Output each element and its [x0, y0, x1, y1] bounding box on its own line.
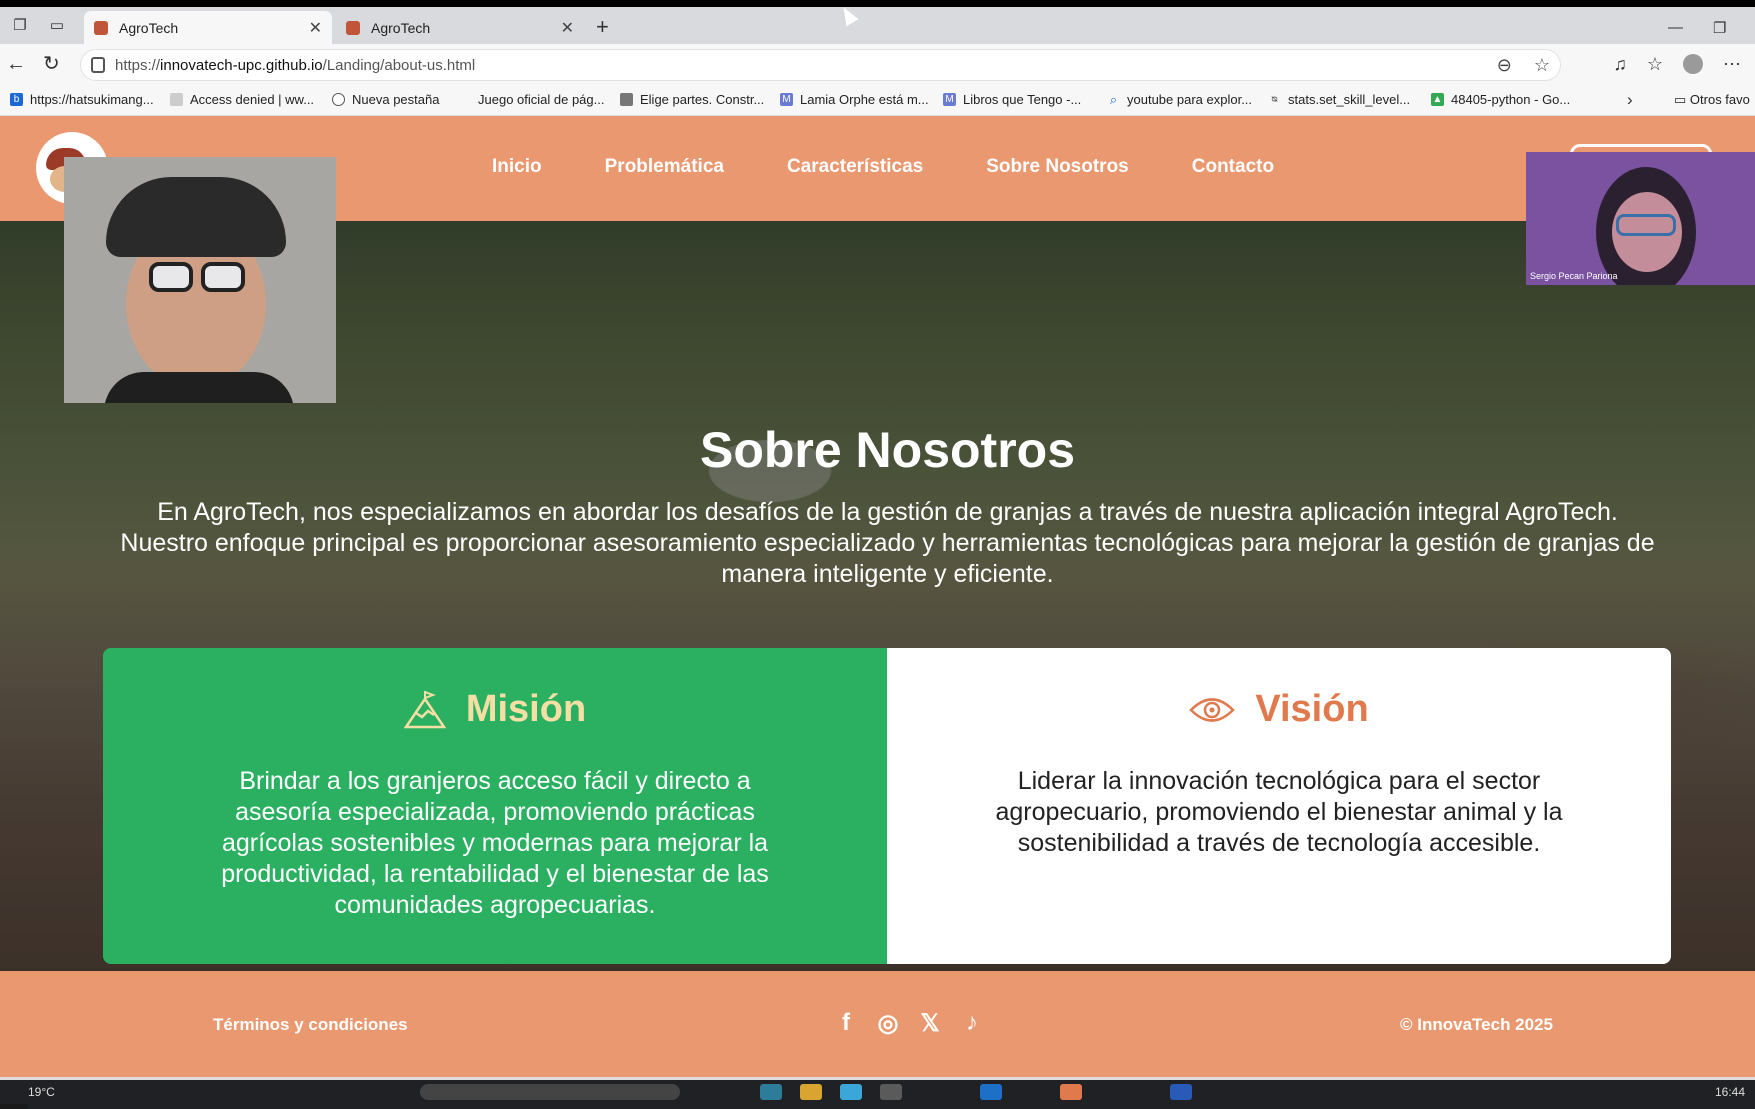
- close-tab-icon[interactable]: ✕: [309, 18, 322, 38]
- vision-title: Visión: [1255, 688, 1369, 730]
- agrotech-favicon-icon: [94, 20, 108, 35]
- page-title: Sobre Nosotros: [699, 422, 1076, 478]
- url-text: https://innovatech-upc.github.io/Landing…: [115, 57, 476, 74]
- new-tab-button[interactable]: +: [596, 16, 609, 38]
- taskbar-app-icon[interactable]: [980, 1084, 1002, 1100]
- site-info-icon[interactable]: [91, 57, 105, 73]
- address-bar-row: ← ↻ https://innovatech-upc.github.io/Lan…: [0, 44, 1755, 86]
- nav-inicio[interactable]: Inicio: [492, 156, 542, 178]
- nav-problematica[interactable]: Problemática: [605, 156, 724, 178]
- hat-shape: [106, 177, 286, 257]
- bookmark-item[interactable]: b https://hatsukimang...: [10, 92, 154, 107]
- video-feed-self[interactable]: [64, 157, 336, 403]
- tab-title: AgroTech: [119, 19, 179, 36]
- bookmark-item[interactable]: Nueva pestaña: [332, 92, 439, 107]
- menu-icon[interactable]: ⋯: [1723, 54, 1741, 75]
- taskbar-app-icon[interactable]: [1170, 1084, 1192, 1100]
- nav-contacto[interactable]: Contacto: [1192, 156, 1274, 178]
- bike-icon: ᴓ: [1271, 94, 1278, 105]
- other-favorites[interactable]: ▭ Otros favo: [1674, 92, 1750, 108]
- reader-icon[interactable]: ⊖: [1497, 55, 1512, 75]
- page-icon: [170, 93, 183, 106]
- eye-icon: [1189, 697, 1236, 722]
- restore-button[interactable]: ❐: [1713, 19, 1726, 37]
- glasses-lens: [201, 262, 245, 292]
- tab-title: AgroTech: [371, 19, 431, 36]
- search-bar[interactable]: [420, 1084, 680, 1100]
- favorites-icon[interactable]: ☆: [1647, 54, 1663, 75]
- participant-name: Sergio Pecan Pariona: [1530, 271, 1618, 281]
- workspaces-icon[interactable]: ❐: [9, 15, 31, 37]
- glasses-lens: [1616, 214, 1676, 236]
- instagram-icon[interactable]: ◎: [876, 1009, 900, 1038]
- nav-sobre-nosotros[interactable]: Sobre Nosotros: [986, 156, 1129, 178]
- tab-agrotech-2[interactable]: AgroTech ✕: [336, 11, 584, 44]
- vision-text: Liderar la innovación tecnológica para e…: [995, 767, 1563, 857]
- extensions-icon[interactable]: ♫: [1613, 54, 1627, 75]
- bookmark-item[interactable]: ⌕ youtube para explor...: [1107, 92, 1252, 107]
- facebook-icon[interactable]: f: [834, 1009, 858, 1038]
- bookmark-item[interactable]: Elige partes. Constr...: [620, 92, 764, 107]
- nav-caracteristicas[interactable]: Características: [787, 156, 923, 178]
- profile-avatar[interactable]: [1683, 54, 1703, 74]
- video-feed-participant[interactable]: Sergio Pecan Pariona: [1526, 152, 1755, 285]
- taskbar-app-icon[interactable]: [880, 1084, 902, 1100]
- tab-agrotech-1[interactable]: AgroTech ✕: [84, 11, 332, 44]
- bookmark-item[interactable]: ᴓ stats.set_skill_level...: [1268, 92, 1410, 107]
- taskbar-app-icon[interactable]: [800, 1084, 822, 1100]
- mission-title: Misión: [465, 688, 587, 730]
- search-icon: ⌕: [1109, 92, 1118, 107]
- bookmark-item[interactable]: M Libros que Tengo -...: [943, 92, 1081, 107]
- social-links: f ◎ 𝕏 ♪: [834, 1009, 984, 1038]
- os-taskbar: 19°C 16:44: [0, 1080, 1755, 1109]
- agrotech-favicon-icon: [346, 20, 360, 35]
- url-field[interactable]: https://innovatech-upc.github.io/Landing…: [80, 49, 1561, 81]
- glasses-lens: [149, 262, 193, 292]
- minimize-button[interactable]: —: [1668, 19, 1683, 36]
- main-nav: Inicio Problemática Características Sobr…: [492, 156, 1274, 178]
- taskbar-app-icon[interactable]: [1060, 1084, 1082, 1100]
- back-button[interactable]: ←: [6, 54, 26, 74]
- bookmark-item[interactable]: Access denied | ww...: [170, 92, 314, 107]
- site-icon: M: [780, 93, 793, 106]
- close-tab-icon[interactable]: ✕: [561, 18, 574, 38]
- window-top-strip: [0, 0, 1755, 7]
- vertical-tabs-icon[interactable]: ▭: [46, 15, 68, 37]
- bookmark-item[interactable]: M Lamia Orphe está m...: [780, 92, 929, 107]
- bookmark-item[interactable]: ▲ 48405-python - Go...: [1431, 92, 1570, 107]
- mission-card: Misión Brindar a los granjeros acceso fá…: [103, 648, 887, 964]
- taskbar-app-icon[interactable]: [760, 1084, 782, 1100]
- mountain-flag-icon: [403, 690, 446, 728]
- site-icon: [620, 93, 633, 106]
- globe-icon: [332, 93, 345, 106]
- tab-bar: ❐ ▭ AgroTech ✕ AgroTech ✕ + — ❐: [0, 7, 1755, 44]
- bing-icon: b: [10, 93, 23, 106]
- site-icon: M: [943, 93, 956, 106]
- taskbar-app-icon[interactable]: [840, 1084, 862, 1100]
- site-footer: Términos y condiciones f ◎ 𝕏 ♪ © InnovaT…: [0, 971, 1755, 1077]
- tiktok-icon[interactable]: ♪: [960, 1009, 984, 1038]
- drive-icon: ▲: [1431, 93, 1444, 106]
- clock[interactable]: 16:44: [1715, 1085, 1745, 1099]
- terms-link[interactable]: Términos y condiciones: [213, 1015, 408, 1035]
- about-description: En AgroTech, nos especializamos en abord…: [120, 498, 1655, 588]
- bookmarks-bar: b https://hatsukimang... Access denied | …: [0, 86, 1755, 116]
- copyright: © InnovaTech 2025: [1400, 1015, 1553, 1034]
- bookmark-item[interactable]: Juego oficial de pág...: [478, 92, 604, 107]
- reload-button[interactable]: ↻: [43, 54, 60, 74]
- mission-text: Brindar a los granjeros acceso fácil y d…: [221, 767, 769, 919]
- folder-icon: ▭: [1674, 92, 1690, 107]
- vision-card: Visión Liderar la innovación tecnológica…: [887, 648, 1671, 964]
- favorite-star-icon[interactable]: ☆: [1534, 55, 1550, 75]
- x-icon[interactable]: 𝕏: [918, 1009, 942, 1038]
- chevron-right-icon[interactable]: ›: [1627, 90, 1633, 110]
